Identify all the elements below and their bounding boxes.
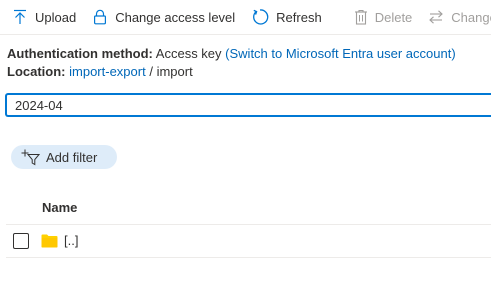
filter-plus-icon — [11, 149, 46, 166]
folder-icon — [41, 234, 58, 251]
row-name[interactable]: [..] — [64, 233, 78, 248]
auth-method-row: Authentication method: Access key (Switc… — [7, 45, 456, 63]
row-checkbox[interactable] — [13, 233, 29, 249]
add-filter-button[interactable]: Add filter — [11, 145, 117, 169]
swap-arrows-icon — [428, 9, 451, 25]
location-key: Location: — [7, 64, 66, 79]
refresh-button[interactable]: Refresh — [243, 0, 330, 34]
location-separator: / — [149, 64, 153, 79]
auth-method-value: Access key — [155, 46, 222, 61]
change-tier-label: Change — [451, 9, 491, 25]
container-info: Authentication method: Access key (Switc… — [7, 45, 456, 81]
location-breadcrumb-link[interactable]: import-export — [69, 64, 146, 79]
blob-prefix-search-input[interactable] — [6, 94, 491, 116]
name-column-header[interactable]: Name — [42, 200, 77, 215]
delete-label: Delete — [374, 9, 413, 25]
change-tier-button[interactable]: Change — [420, 0, 491, 34]
trash-icon — [354, 9, 375, 25]
location-current: import — [156, 64, 193, 79]
lock-icon — [92, 9, 115, 25]
table-row[interactable]: [..] — [6, 225, 491, 258]
delete-button[interactable]: Delete — [346, 0, 421, 34]
change-access-level-label: Change access level — [115, 9, 236, 25]
auth-method-key: Authentication method: — [7, 46, 153, 61]
upload-label: Upload — [35, 9, 77, 25]
change-access-level-button[interactable]: Change access level — [84, 0, 243, 34]
storage-browser: Upload Change access level Refresh Delet… — [0, 0, 491, 287]
command-bar: Upload Change access level Refresh Delet… — [0, 0, 491, 35]
location-row: Location: import-export / import — [7, 63, 456, 81]
refresh-label: Refresh — [276, 9, 322, 25]
upload-button[interactable]: Upload — [0, 0, 84, 34]
upload-icon — [12, 9, 35, 25]
add-filter-label: Add filter — [46, 149, 98, 165]
refresh-icon — [251, 8, 276, 26]
switch-auth-link[interactable]: (Switch to Microsoft Entra user account) — [225, 46, 455, 61]
